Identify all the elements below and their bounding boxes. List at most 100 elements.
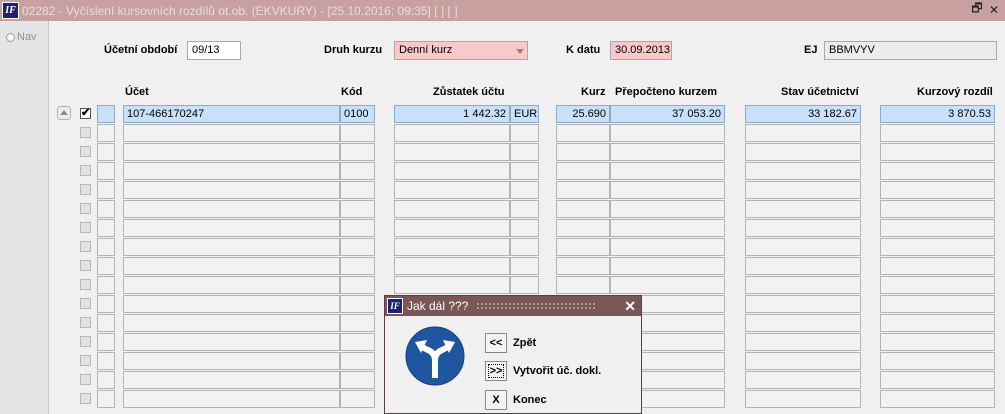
empty-cell[interactable]	[880, 276, 995, 294]
empty-cell[interactable]	[97, 276, 115, 294]
empty-cell[interactable]	[610, 200, 725, 218]
table-row[interactable]: ✔ 107-466170247 0100 1 442.32 EUR 25.690…	[0, 105, 1005, 124]
empty-cell[interactable]	[745, 200, 861, 218]
create-document-button[interactable]: >>	[485, 361, 507, 381]
empty-cell[interactable]	[610, 257, 725, 275]
empty-cell[interactable]	[97, 257, 115, 275]
table-row[interactable]	[0, 276, 1005, 295]
empty-cell[interactable]	[97, 181, 115, 199]
empty-cell[interactable]	[556, 143, 610, 161]
empty-cell[interactable]	[556, 124, 610, 142]
empty-cell[interactable]	[97, 124, 115, 142]
table-row[interactable]	[0, 143, 1005, 162]
empty-cell[interactable]	[745, 181, 861, 199]
empty-cell[interactable]	[745, 219, 861, 237]
empty-cell[interactable]	[510, 219, 539, 237]
empty-cell[interactable]	[123, 333, 340, 351]
empty-cell[interactable]	[745, 314, 861, 332]
empty-cell[interactable]	[97, 352, 115, 370]
empty-cell[interactable]	[340, 181, 375, 199]
close-icon[interactable]: ✕	[987, 2, 1001, 17]
empty-cell[interactable]	[340, 124, 375, 142]
empty-cell[interactable]	[880, 200, 995, 218]
empty-cell[interactable]	[394, 124, 510, 142]
empty-cell[interactable]	[394, 200, 510, 218]
cell-balance[interactable]: 1 442.32	[394, 105, 510, 123]
empty-cell[interactable]	[745, 371, 861, 389]
empty-cell[interactable]	[556, 257, 610, 275]
empty-cell[interactable]	[880, 238, 995, 256]
empty-cell[interactable]	[123, 181, 340, 199]
exit-button[interactable]: X	[485, 390, 507, 410]
row-checkbox[interactable]	[80, 336, 91, 347]
empty-cell[interactable]	[745, 352, 861, 370]
empty-cell[interactable]	[880, 219, 995, 237]
empty-cell[interactable]	[97, 162, 115, 180]
row-checkbox[interactable]	[80, 355, 91, 366]
row-checkbox[interactable]	[80, 317, 91, 328]
empty-cell[interactable]	[745, 333, 861, 351]
empty-cell[interactable]	[880, 333, 995, 351]
empty-cell[interactable]	[340, 390, 375, 408]
cell-account[interactable]: 107-466170247	[123, 105, 340, 123]
row-checkbox[interactable]	[80, 165, 91, 176]
empty-cell[interactable]	[556, 162, 610, 180]
cell-currency[interactable]: EUR	[510, 105, 539, 123]
empty-cell[interactable]	[394, 143, 510, 161]
row-checkbox[interactable]	[80, 222, 91, 233]
row-checkbox[interactable]	[80, 127, 91, 138]
empty-cell[interactable]	[610, 124, 725, 142]
cell-rate[interactable]: 25.690	[556, 105, 610, 123]
rate-type-select[interactable]: Denní kurz	[394, 41, 528, 60]
empty-cell[interactable]	[510, 143, 539, 161]
empty-cell[interactable]	[340, 276, 375, 294]
empty-cell[interactable]	[123, 238, 340, 256]
empty-cell[interactable]	[394, 181, 510, 199]
row-checkbox[interactable]	[80, 393, 91, 404]
empty-cell[interactable]	[394, 257, 510, 275]
empty-cell[interactable]	[123, 219, 340, 237]
cell-difference[interactable]: 3 870.53	[880, 105, 995, 123]
cell-accounting[interactable]: 33 182.67	[745, 105, 861, 123]
empty-cell[interactable]	[123, 314, 340, 332]
empty-cell[interactable]	[123, 276, 340, 294]
empty-cell[interactable]	[510, 124, 539, 142]
empty-cell[interactable]	[97, 295, 115, 313]
empty-cell[interactable]	[97, 333, 115, 351]
empty-cell[interactable]	[610, 276, 725, 294]
empty-cell[interactable]	[745, 295, 861, 313]
empty-cell[interactable]	[745, 390, 861, 408]
empty-cell[interactable]	[880, 314, 995, 332]
empty-cell[interactable]	[880, 162, 995, 180]
empty-cell[interactable]	[510, 200, 539, 218]
empty-cell[interactable]	[610, 143, 725, 161]
row-checkbox[interactable]	[80, 298, 91, 309]
empty-cell[interactable]	[610, 219, 725, 237]
empty-cell[interactable]	[394, 162, 510, 180]
empty-cell[interactable]	[880, 352, 995, 370]
empty-cell[interactable]	[97, 314, 115, 332]
empty-cell[interactable]	[340, 200, 375, 218]
empty-cell[interactable]	[123, 371, 340, 389]
empty-cell[interactable]	[340, 257, 375, 275]
empty-cell[interactable]	[510, 238, 539, 256]
empty-cell[interactable]	[880, 143, 995, 161]
cell-converted[interactable]: 37 053.20	[610, 105, 725, 123]
empty-cell[interactable]	[394, 276, 510, 294]
empty-cell[interactable]	[97, 200, 115, 218]
empty-cell[interactable]	[880, 371, 995, 389]
table-row[interactable]	[0, 162, 1005, 181]
empty-cell[interactable]	[880, 181, 995, 199]
empty-cell[interactable]	[556, 219, 610, 237]
ej-field[interactable]: BBMVYV	[824, 41, 997, 60]
table-row[interactable]	[0, 238, 1005, 257]
row-checkbox[interactable]: ✔	[80, 108, 91, 119]
empty-cell[interactable]	[97, 390, 115, 408]
table-row[interactable]	[0, 200, 1005, 219]
empty-cell[interactable]	[97, 238, 115, 256]
empty-cell[interactable]	[510, 181, 539, 199]
empty-cell[interactable]	[123, 352, 340, 370]
empty-cell[interactable]	[340, 371, 375, 389]
chevron-down-icon[interactable]	[516, 49, 524, 54]
table-row[interactable]	[0, 181, 1005, 200]
